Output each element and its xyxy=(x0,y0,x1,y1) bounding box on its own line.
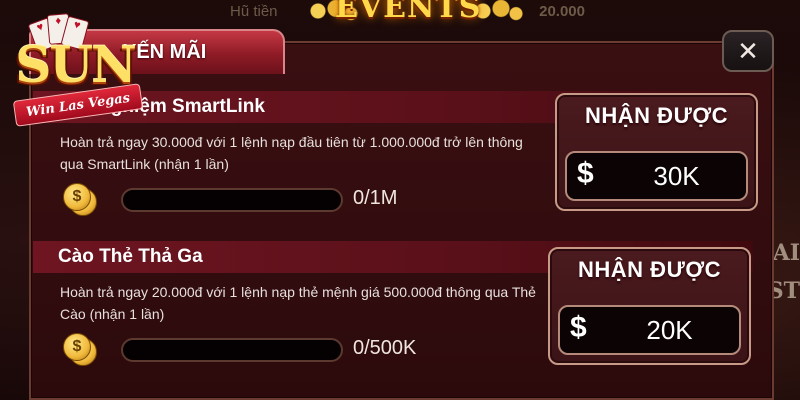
promo-title: Cào Thẻ Thả Ga xyxy=(58,246,203,267)
promo-item-card-topup: Cào Thẻ Thả Ga Hoàn trả ngay 20.000đ với… xyxy=(33,241,753,391)
progress-text: 0/1M xyxy=(353,187,398,209)
close-icon: ✕ xyxy=(737,35,759,66)
jackpot-label: Hũ tiền xyxy=(230,2,278,20)
coin-icon: $$ xyxy=(63,183,101,217)
coin-icon: $$ xyxy=(63,333,101,367)
sun-logo: ♥ ♦ ♥ SUN Win Las Vegas xyxy=(0,12,150,127)
reward-value-box: $ 20K xyxy=(558,305,741,355)
promo-description: Hoàn trả ngay 20.000đ với 1 lệnh nạp thẻ… xyxy=(60,284,536,322)
reward-value: 20K xyxy=(646,315,693,345)
dollar-icon: $ xyxy=(577,157,594,190)
dollar-icon: $ xyxy=(570,311,587,344)
receive-reward-button[interactable]: NHẬN ĐƯỢC $ 30K xyxy=(555,93,758,211)
reward-label: NHẬN ĐƯỢC xyxy=(585,103,728,128)
close-button[interactable]: ✕ xyxy=(722,30,774,72)
events-title: EVENTS xyxy=(335,0,482,25)
reward-value: 30K xyxy=(653,161,700,191)
reward-value-box: $ 30K xyxy=(565,151,748,201)
side-banner-text: AI xyxy=(772,240,800,266)
progress-bar xyxy=(121,188,343,212)
promo-description: Hoàn trả ngay 30.000đ với 1 lệnh nạp đầu… xyxy=(60,134,523,172)
jackpot-amount: 20.000 xyxy=(539,2,585,20)
reward-label: NHẬN ĐƯỢC xyxy=(578,257,721,282)
receive-reward-button[interactable]: NHẬN ĐƯỢC $ 20K xyxy=(548,247,751,365)
progress-bar xyxy=(121,338,343,362)
progress-text: 0/500K xyxy=(353,337,417,359)
